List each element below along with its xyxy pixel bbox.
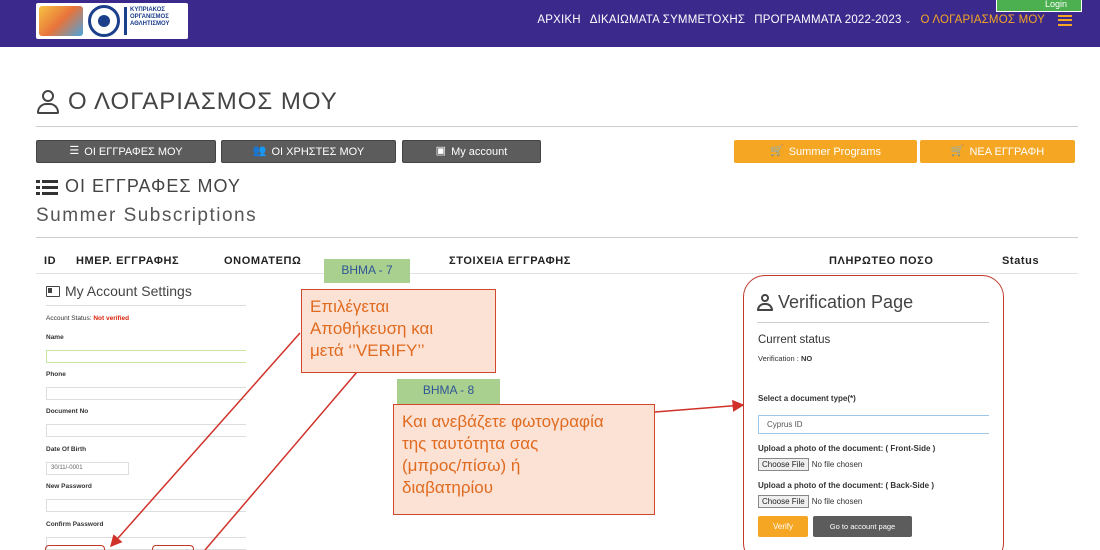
user-icon xyxy=(757,294,773,311)
document-type-label: Select a document type(*) xyxy=(758,394,856,403)
back-side-file-status: No file chosen xyxy=(811,497,863,506)
verification-status: Verification : NO xyxy=(758,354,813,363)
front-side-upload: Choose File No file chosen xyxy=(758,458,862,471)
verification-panel xyxy=(743,275,1004,550)
arrow-to-verification xyxy=(654,399,745,413)
step-7-label: ΒΗΜΑ - 7 xyxy=(324,259,410,283)
front-side-label: Upload a photo of the document: ( Front-… xyxy=(758,444,936,453)
back-side-upload: Choose File No file chosen xyxy=(758,495,862,508)
verify-button[interactable]: Verify xyxy=(758,516,808,537)
document-type-select[interactable]: Cyprus ID xyxy=(758,415,989,434)
step-8-callout: Και ανεβάζετε φωτογραφία της ταυτότητα σ… xyxy=(393,404,655,515)
divider xyxy=(757,322,989,323)
step-8-label: ΒΗΜΑ - 8 xyxy=(397,379,500,404)
step-7-callout: Επιλέγεται Αποθήκευση και μετά ‘’VERIFY’… xyxy=(301,289,496,373)
back-side-label: Upload a photo of the document: ( Back-S… xyxy=(758,481,934,490)
back-side-choose-file-button[interactable]: Choose File xyxy=(758,495,809,508)
arrow-to-save xyxy=(110,332,301,548)
current-status-heading: Current status xyxy=(758,334,831,346)
arrow-to-verify xyxy=(204,371,358,550)
go-to-account-button[interactable]: Go to account page xyxy=(813,516,912,537)
front-side-choose-file-button[interactable]: Choose File xyxy=(758,458,809,471)
verification-title: Verification Page xyxy=(757,292,913,313)
front-side-file-status: No file chosen xyxy=(811,460,863,469)
page: ΚΥΠΡΙΑΚΟΣ ΟΡΓΑΝΙΣΜΟΣ ΑΘΛΗΤΙΣΜΟΥ ΑΡΧΙΚΗ Δ… xyxy=(0,0,1100,550)
